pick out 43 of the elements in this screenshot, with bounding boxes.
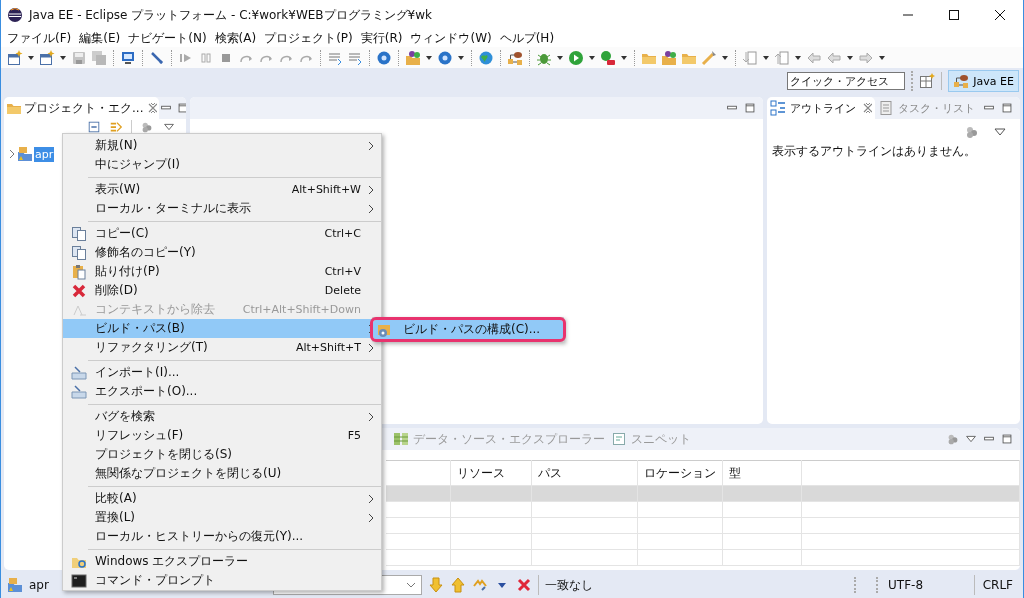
context-menu-item[interactable]: 削除(D) Delete: [63, 281, 381, 300]
encoding-label: UTF-8: [888, 578, 924, 592]
context-menu-item[interactable]: プロジェクトを閉じる(S): [63, 445, 381, 464]
menu-item[interactable]: 検索(A): [210, 30, 261, 47]
view-tab[interactable]: アウトライン: [767, 97, 875, 119]
column-header[interactable]: パス: [531, 460, 638, 486]
context-menu-item[interactable]: 比較(A): [63, 489, 381, 508]
context-menu-item[interactable]: コマンド・プロンプト: [63, 571, 381, 590]
column-header[interactable]: 型: [722, 460, 802, 486]
context-menu-item[interactable]: 表示(W) Alt+Shift+W: [63, 180, 381, 199]
line-delimiter-label: CRLF: [981, 578, 1014, 592]
menu-item[interactable]: ファイル(F): [3, 30, 76, 47]
menu-item[interactable]: 編集(E): [75, 30, 125, 47]
context-menu-item[interactable]: ローカル・ターミナルに表示: [63, 199, 381, 218]
context-menu-item[interactable]: 無関係なプロジェクトを閉じる(U): [63, 464, 381, 483]
context-menu-item[interactable]: 置換(L): [63, 508, 381, 527]
window-title: Java EE - Eclipse プラットフォーム - C:¥work¥WEBプログラミング¥wk: [29, 6, 433, 24]
context-menu-item[interactable]: リファクタリング(T) Alt+Shift+T: [63, 338, 381, 357]
context-menu-item[interactable]: エクスポート(O)...: [63, 382, 381, 401]
context-menu-item[interactable]: 貼り付け(P) Ctrl+V: [63, 262, 381, 281]
context-menu-item[interactable]: リフレッシュ(F) F5: [63, 426, 381, 445]
view-tab[interactable]: プロジェクト・エク...: [4, 97, 160, 119]
context-menu-item[interactable]: インポート(I)...: [63, 363, 381, 382]
column-header[interactable]: リソース: [450, 460, 532, 486]
menu-item[interactable]: ナビゲート(N): [124, 30, 211, 47]
context-menu-item[interactable]: バグを検索: [63, 407, 381, 426]
context-menu-item[interactable]: ローカル・ヒストリーからの復元(Y)...: [63, 527, 381, 546]
empty-message: 表示するアウトラインはありません。: [771, 143, 977, 160]
menu-item[interactable]: ヘルプ(H): [495, 30, 559, 47]
perspective-button[interactable]: Java EE: [948, 70, 1019, 92]
menu-item[interactable]: 実行(R): [356, 30, 407, 47]
context-menu-item[interactable]: 修飾名のコピー(Y): [63, 243, 381, 262]
find-status: 一致なし: [545, 576, 595, 594]
column-header[interactable]: ロケーション: [637, 460, 723, 486]
project-name: apr: [29, 578, 49, 592]
quick-access-field[interactable]: クイック・アクセス: [787, 72, 906, 90]
menu-item[interactable]: プロジェクト(P): [260, 30, 357, 47]
context-menu-item[interactable]: Windows エクスプローラー: [63, 552, 381, 571]
context-menu-item[interactable]: コピー(C) Ctrl+C: [63, 224, 381, 243]
menu-item[interactable]: ウィンドウ(W): [406, 30, 496, 47]
context-menu-item[interactable]: 新規(N): [63, 136, 381, 155]
submenu-item[interactable]: ビルド・パスの構成(C)...: [373, 320, 563, 339]
context-menu-item[interactable]: 中にジャンプ(I): [63, 155, 381, 174]
